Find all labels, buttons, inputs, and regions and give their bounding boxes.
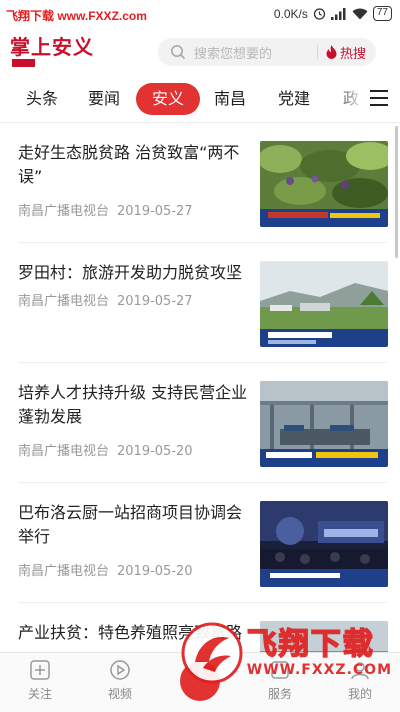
nav-mine-label: 我的 [347, 687, 372, 701]
status-icons: 0.0K/s 77 [274, 6, 392, 21]
news-date: 2019-05-27 [117, 204, 193, 219]
news-thumbnail-conference [260, 501, 388, 587]
news-meta: 南昌广播电视台 2019-05-27 [18, 290, 193, 309]
news-thumbnail-factory [260, 381, 388, 467]
news-meta: 南昌广播电视台 2019-05-20 [18, 560, 193, 579]
nav-follow[interactable]: 关注 [10, 659, 70, 702]
tab-nanchang[interactable]: 南昌 [208, 83, 252, 115]
news-item[interactable]: 走好生态脱贫路 治贫致富“两不误” 南昌广播电视台 2019-05-27 [0, 123, 400, 243]
nav-follow-label: 关注 [27, 687, 52, 701]
app-logo-strip [12, 59, 36, 67]
news-meta: 南昌广播电视台 2019-05-27 [18, 200, 193, 219]
news-source: 南昌广播电视台 [18, 444, 110, 459]
category-tabs: 头条 要闻 安义 南昌 党建 政 [0, 78, 400, 120]
news-thumbnail-plants [260, 141, 388, 227]
news-title: 巴布洛云厨一站招商项目协调会举行 [18, 503, 243, 546]
news-date: 2019-05-27 [117, 294, 193, 309]
search-icon [171, 45, 186, 60]
nav-video[interactable]: 视频 [90, 659, 150, 702]
app-header: 掌上安义 搜索您想要的 热搜 [0, 30, 400, 72]
tab-headlines[interactable]: 头条 [20, 83, 64, 115]
search-bar[interactable]: 搜索您想要的 热搜 [158, 38, 376, 66]
download-site-watermark: 飞翔下载 WWW.FXXZ.COM [181, 622, 392, 684]
hot-search-button[interactable]: 热搜 [318, 43, 376, 62]
news-source: 南昌广播电视台 [18, 204, 110, 219]
list-scrollbar[interactable] [395, 126, 398, 258]
search-placeholder: 搜索您想要的 [194, 46, 273, 62]
tabs-fade [334, 78, 364, 120]
news-title: 走好生态脱贫路 治贫致富“两不误” [18, 143, 240, 186]
tab-party-building[interactable]: 党建 [272, 83, 316, 115]
battery-indicator: 77 [372, 6, 392, 21]
news-date: 2019-05-20 [117, 564, 193, 579]
news-thumbnail-village [260, 261, 388, 347]
news-source: 南昌广播电视台 [18, 294, 110, 309]
nav-service-label: 服务 [267, 687, 292, 701]
status-watermark: 飞翔下载 www.FXXZ.com [6, 9, 147, 23]
watermark-title: 飞翔下载 [246, 627, 375, 663]
watermark-text: 飞翔下载 WWW.FXXZ.COM [246, 627, 392, 678]
news-title: 罗田村：旅游开发助力脱贫攻坚 [18, 263, 243, 282]
watermark-logo-icon [181, 622, 243, 684]
news-date: 2019-05-20 [117, 444, 193, 459]
news-list: 走好生态脱贫路 治贫致富“两不误” 南昌广播电视台 2019-05-27 罗田村：… [0, 123, 400, 653]
signal-icon [330, 7, 346, 20]
menu-icon[interactable] [370, 90, 388, 106]
play-circle-icon [110, 660, 130, 680]
news-item[interactable]: 培养人才扶持升级 支持民营企业蓬勃发展 南昌广播电视台 2019-05-20 [0, 363, 400, 483]
wifi-icon [352, 8, 368, 19]
news-title: 培养人才扶持升级 支持民营企业蓬勃发展 [18, 383, 248, 426]
news-source: 南昌广播电视台 [18, 564, 110, 579]
news-meta: 南昌广播电视台 2019-05-20 [18, 440, 193, 459]
tab-anyi[interactable]: 安义 [136, 83, 200, 115]
plus-square-icon [30, 660, 50, 680]
nav-video-label: 视频 [107, 687, 132, 701]
hot-search-label: 热搜 [339, 46, 366, 62]
app-logo-text: 掌上安义 [10, 35, 94, 59]
app-logo[interactable]: 掌上安义 [10, 35, 94, 67]
news-item[interactable]: 罗田村：旅游开发助力脱贫攻坚 南昌广播电视台 2019-05-27 [0, 243, 400, 363]
alarm-icon [313, 8, 326, 20]
flame-icon [326, 45, 337, 59]
tab-key-news[interactable]: 要闻 [82, 83, 126, 115]
network-speed: 0.0K/s [273, 6, 308, 21]
watermark-url: WWW.FXXZ.COM [246, 662, 392, 678]
news-item[interactable]: 巴布洛云厨一站招商项目协调会举行 南昌广播电视台 2019-05-20 [0, 483, 400, 603]
status-bar: 飞翔下载 www.FXXZ.com 0.0K/s 77 [0, 0, 400, 30]
